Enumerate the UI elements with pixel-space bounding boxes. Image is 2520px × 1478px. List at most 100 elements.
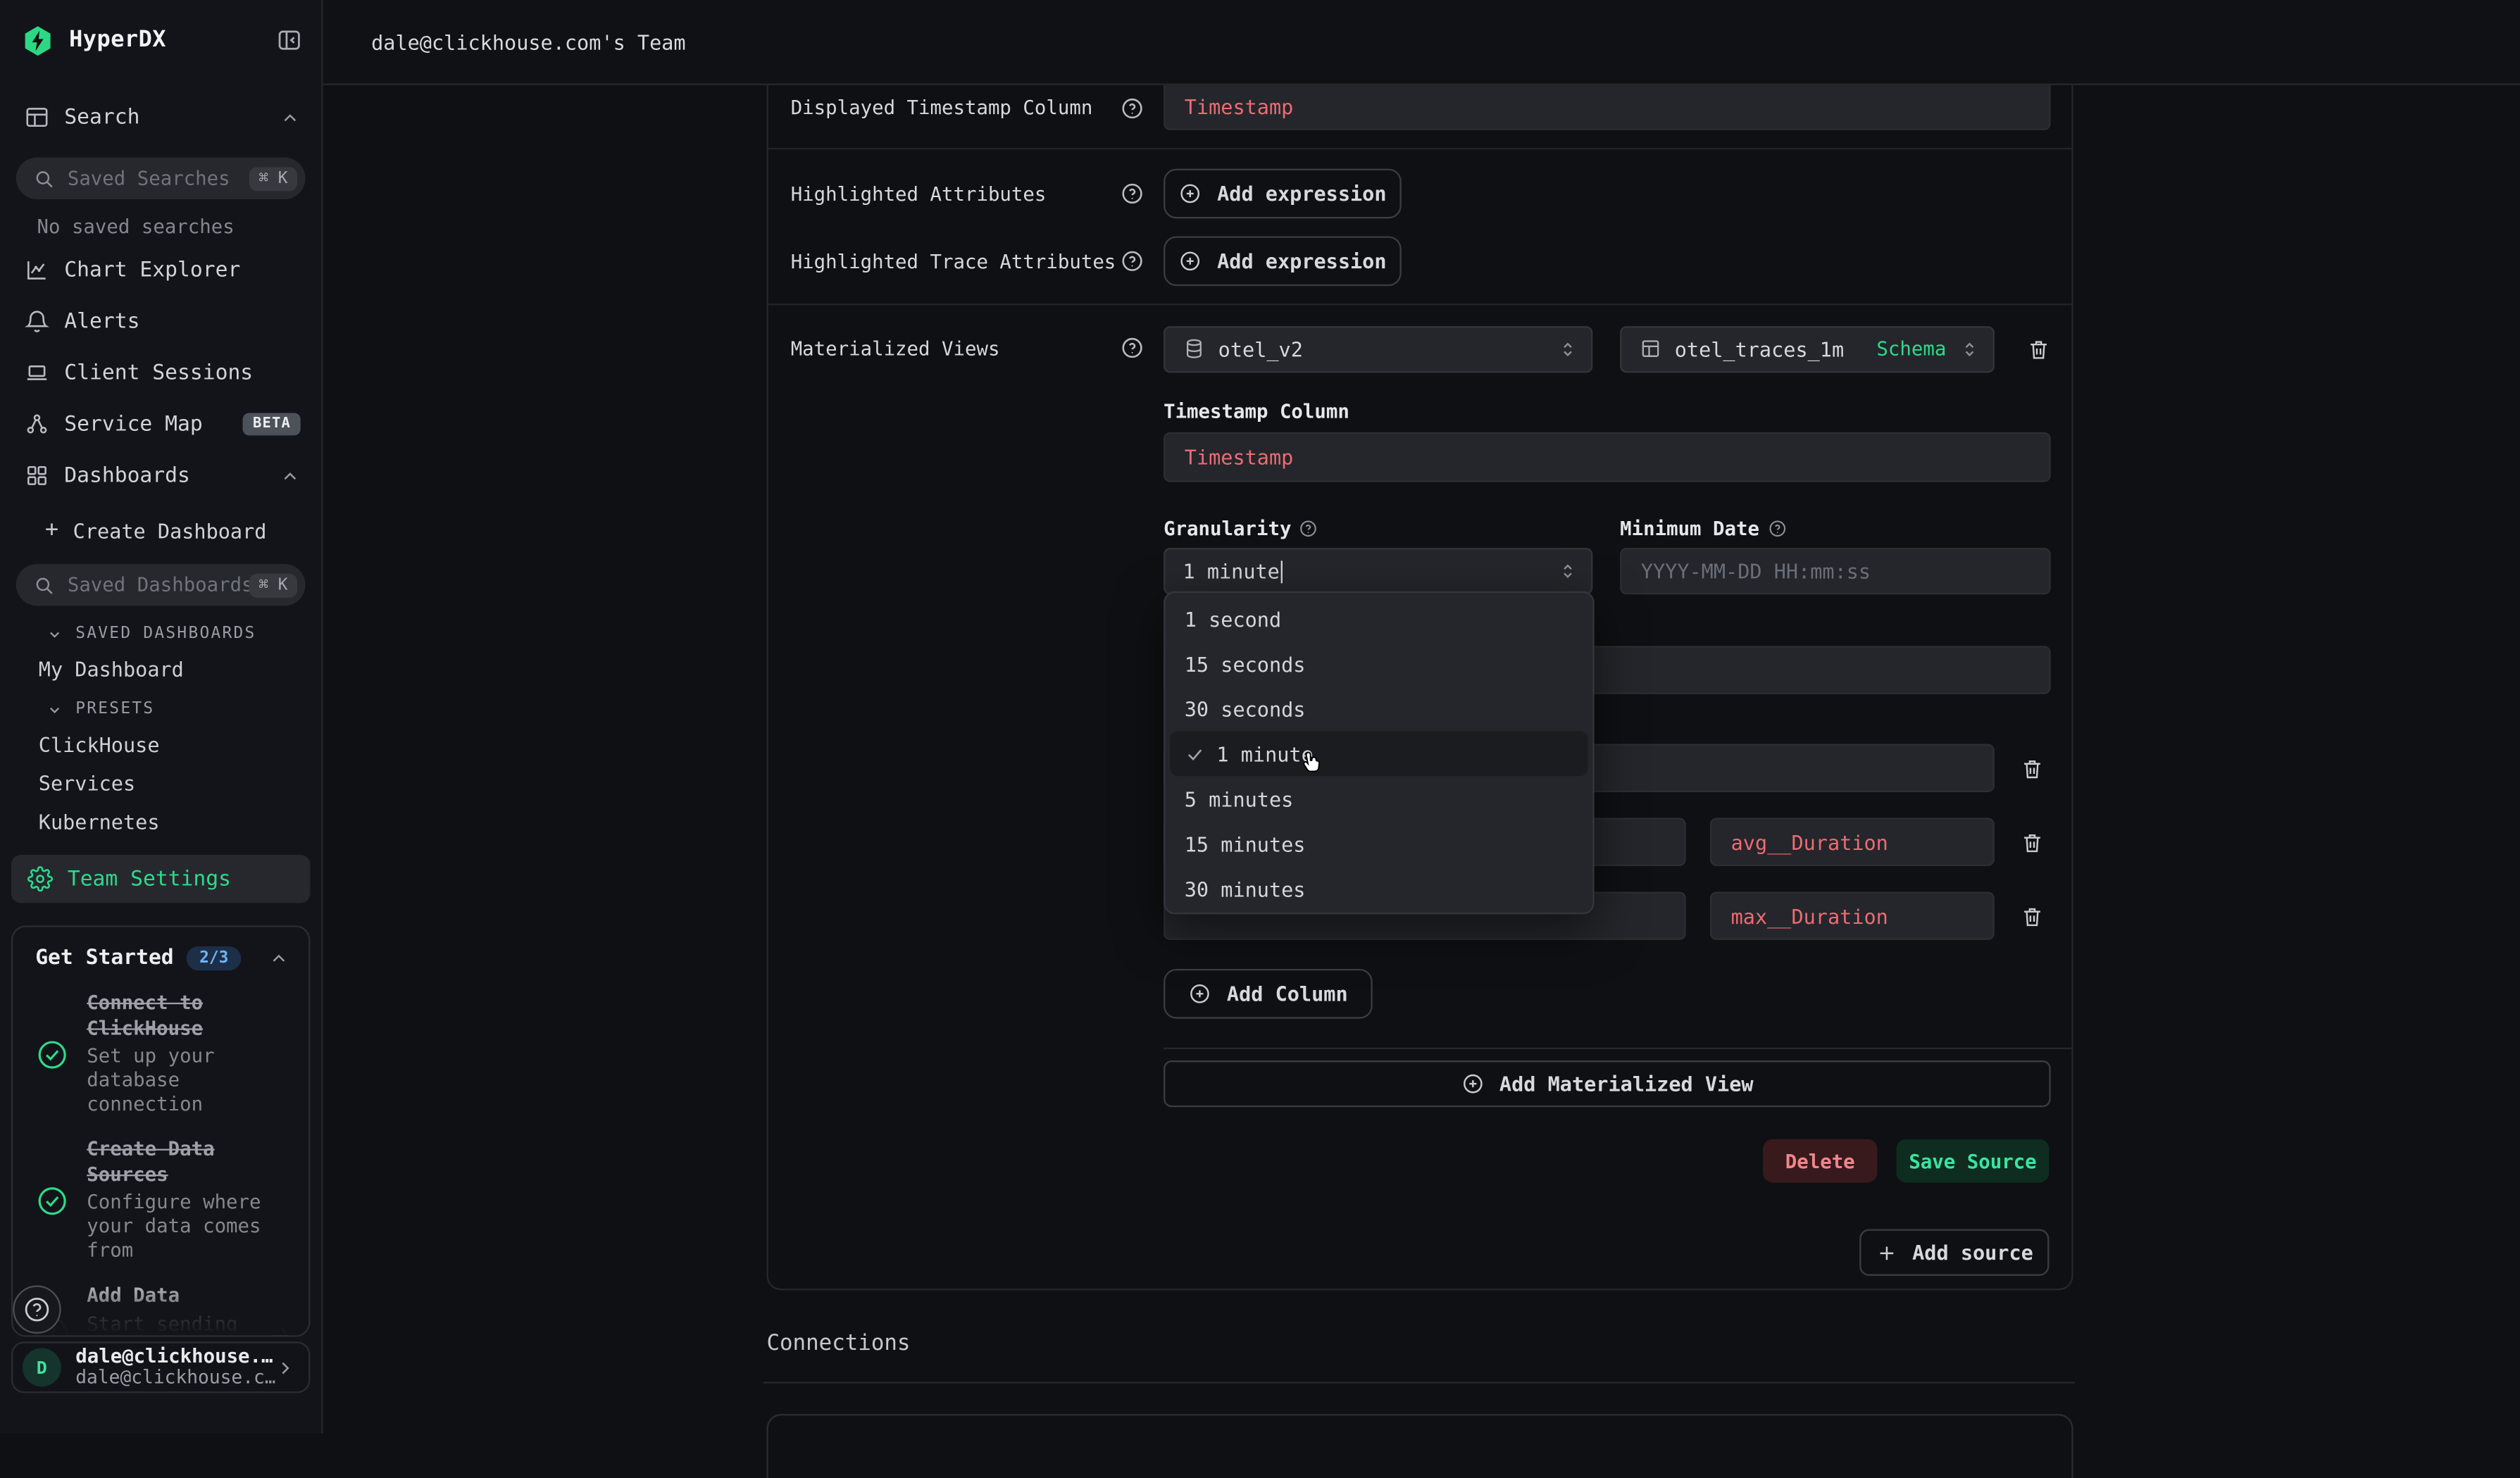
collapse-sidebar-icon[interactable]	[276, 27, 302, 54]
dropdown-option[interactable]: 1 second	[1165, 596, 1592, 641]
connections-panel	[766, 1414, 2073, 1478]
dropdown-option[interactable]: 30 minutes	[1165, 866, 1592, 911]
bell-icon	[24, 308, 50, 334]
sidebar-item-chart-explorer[interactable]: Chart Explorer	[0, 251, 321, 289]
saved-dashboards-placeholder: Saved Dashboards	[68, 574, 249, 596]
sidebar-item-team-settings[interactable]: Team Settings	[11, 855, 310, 903]
sidebar-item-kubernetes[interactable]: Kubernetes	[39, 810, 322, 834]
check-icon	[1185, 743, 1206, 764]
step-description: Set up your database connection	[87, 1044, 292, 1117]
row-divider	[768, 148, 2072, 149]
sidebar-item-my-dashboard[interactable]: My Dashboard	[39, 657, 322, 681]
saved-searches-input[interactable]: Saved Searches ⌘ K	[16, 158, 306, 199]
presets-group[interactable]: PRESETS	[46, 701, 321, 718]
field-label: Displayed Timestamp Column	[791, 96, 1093, 119]
add-column-button[interactable]: Add Column	[1164, 969, 1373, 1019]
add-source-button[interactable]: Add source	[1859, 1229, 2049, 1276]
help-button[interactable]	[13, 1286, 61, 1334]
beta-badge: BETA	[243, 413, 300, 435]
search-section-icon	[24, 104, 50, 130]
group-label: PRESETS	[75, 701, 154, 718]
section-divider	[1164, 1048, 2071, 1049]
info-circle-icon[interactable]	[1767, 519, 1786, 538]
help-circle-icon[interactable]	[1120, 96, 1144, 120]
select-caret-icon	[1959, 338, 1981, 359]
logo-row: HyperDX	[0, 0, 321, 64]
help-circle-icon[interactable]	[1120, 182, 1144, 206]
sidebar-item-dashboards[interactable]: Dashboards	[0, 456, 321, 495]
chevron-right-icon	[275, 1357, 296, 1378]
app-window: HyperDX Search Saved Searches ⌘ K No sav…	[0, 0, 2520, 1433]
check-circle-icon	[35, 991, 87, 1117]
help-circle-icon[interactable]	[1120, 336, 1144, 360]
delete-view-icon[interactable]	[2014, 325, 2061, 372]
plus-icon: +	[45, 518, 58, 544]
get-started-step-add-data[interactable]: 3 Add Data Start sending logs, metrics, …	[35, 1284, 292, 1336]
table-select[interactable]: otel_traces_1m Schema	[1620, 325, 1995, 372]
delete-column-icon[interactable]	[2007, 818, 2055, 865]
source-settings-panel: Displayed Timestamp Column Timestamp Hig…	[766, 85, 2073, 1290]
step-description: Start sending logs, metrics, or traces	[87, 1312, 262, 1336]
team-settings-label: Team Settings	[68, 867, 231, 891]
app-name: HyperDX	[69, 27, 276, 54]
delete-column-icon[interactable]	[2007, 744, 2055, 792]
database-icon	[1183, 337, 1205, 360]
get-started-step-sources[interactable]: Create Data Sources Configure where your…	[35, 1138, 292, 1263]
sidebar-item-alerts[interactable]: Alerts	[0, 302, 321, 341]
help-circle-icon[interactable]	[1120, 249, 1144, 273]
get-started-header[interactable]: Get Started 2/3	[13, 927, 308, 971]
granularity-select[interactable]: 1 minute	[1164, 548, 1592, 594]
sidebar-item-label: Service Map	[64, 412, 227, 436]
dropdown-option[interactable]: 5 minutes	[1165, 776, 1592, 821]
text-cursor	[1281, 560, 1283, 582]
arrow-right-icon	[268, 1322, 292, 1336]
add-expression-button[interactable]: Add expression	[1164, 169, 1402, 219]
add-expression-button[interactable]: Add expression	[1164, 236, 1402, 286]
column-alias-input[interactable]: avg__Duration	[1710, 818, 1995, 865]
delete-source-button[interactable]: Delete	[1763, 1139, 1877, 1183]
dropdown-option[interactable]: 15 seconds	[1165, 641, 1592, 686]
dashboards-icon	[24, 463, 50, 489]
sidebar-item-service-map[interactable]: Service Map BETA	[0, 405, 321, 444]
save-source-button[interactable]: Save Source	[1897, 1139, 2050, 1183]
dropdown-option[interactable]: 15 minutes	[1165, 821, 1592, 866]
saved-dashboards-input[interactable]: Saved Dashboards ⌘ K	[16, 564, 306, 606]
column-alias-input[interactable]: max__Duration	[1710, 891, 1995, 939]
granularity-dropdown: 1 second 15 seconds 30 seconds 1 minute …	[1164, 591, 1595, 915]
get-started-title: Get Started	[35, 946, 173, 970]
displayed-timestamp-input[interactable]: Timestamp	[1164, 85, 2051, 130]
user-account-card[interactable]: D dale@clickhouse.… dale@clickhouse.c…	[11, 1341, 310, 1393]
info-circle-icon[interactable]	[1299, 519, 1318, 538]
schema-tag[interactable]: Schema	[1876, 337, 1959, 360]
chevron-up-icon	[280, 107, 301, 128]
sidebar-item-search[interactable]: Search	[0, 98, 321, 137]
delete-column-icon[interactable]	[2007, 891, 2055, 939]
sidebar-item-label: Search	[64, 105, 280, 129]
create-dashboard-button[interactable]: + Create Dashboard	[0, 518, 321, 544]
granularity-label: Granularity	[1164, 518, 1592, 540]
group-label: SAVED DASHBOARDS	[75, 625, 256, 643]
dropdown-option[interactable]: 30 seconds	[1165, 686, 1592, 731]
shortcut-badge: ⌘ K	[249, 572, 298, 596]
row-divider	[768, 303, 2072, 305]
sidebar-item-client-sessions[interactable]: Client Sessions	[0, 353, 321, 392]
database-select[interactable]: otel_v2	[1164, 325, 1592, 372]
minimum-date-input[interactable]: YYYY-MM-DD HH:mm:ss	[1620, 548, 2051, 594]
service-map-icon	[24, 411, 50, 437]
add-materialized-view-button[interactable]: Add Materialized View	[1164, 1060, 2051, 1107]
sidebar-item-clickhouse[interactable]: ClickHouse	[39, 733, 322, 757]
gear-icon	[27, 866, 54, 892]
get-started-step-connect[interactable]: Connect to ClickHouse Set up your databa…	[35, 991, 292, 1117]
create-dashboard-label: Create Dashboard	[73, 518, 267, 542]
no-saved-searches-text: No saved searches	[37, 215, 321, 238]
plus-icon	[1876, 1241, 1898, 1264]
sidebar-item-services[interactable]: Services	[39, 771, 322, 795]
dropdown-option-selected[interactable]: 1 minute	[1170, 731, 1588, 776]
timestamp-column-input[interactable]: Timestamp	[1164, 432, 2051, 482]
sidebar-item-label: Client Sessions	[64, 361, 300, 384]
progress-badge: 2/3	[187, 946, 242, 970]
field-label: Materialized Views	[791, 337, 1000, 359]
minimum-date-label: Minimum Date	[1620, 518, 1787, 540]
main-content: Displayed Timestamp Column Timestamp Hig…	[323, 85, 2520, 1434]
saved-dashboards-group[interactable]: SAVED DASHBOARDS	[46, 625, 321, 643]
